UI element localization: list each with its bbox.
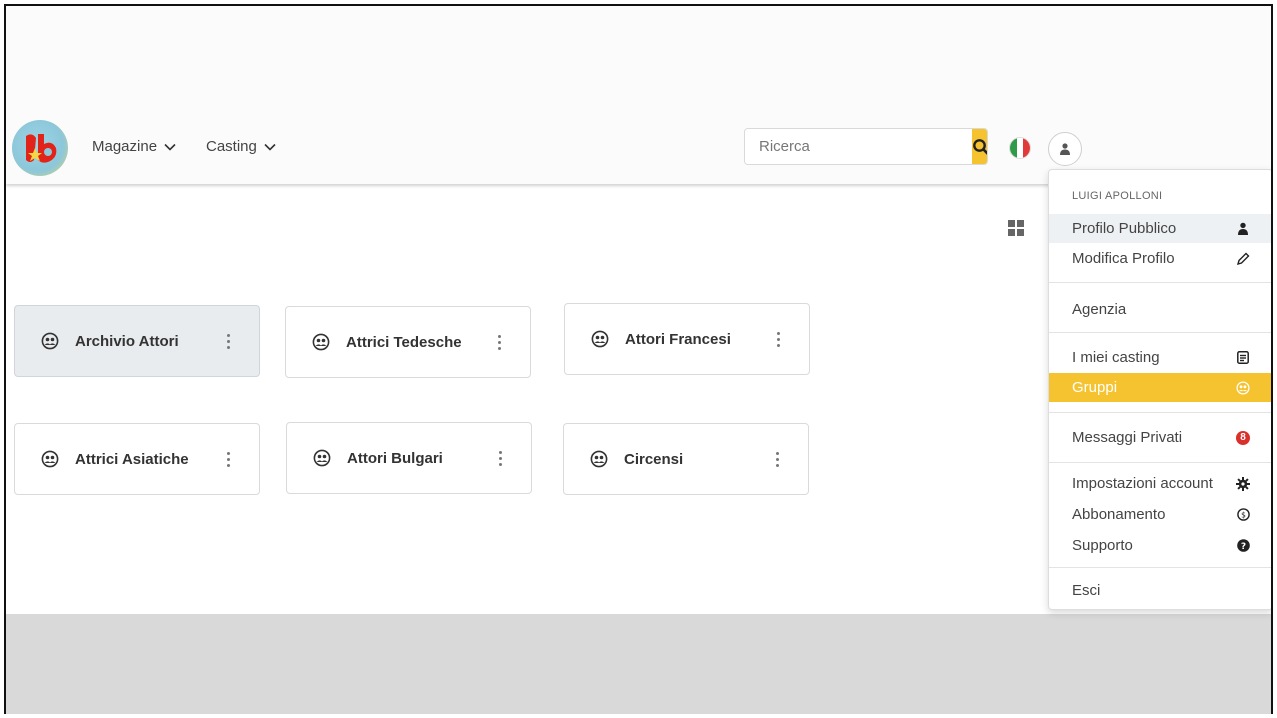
menu-item-label: Esci: [1072, 582, 1101, 599]
user-menu-button[interactable]: [1048, 132, 1082, 166]
grid-view-toggle[interactable]: [1008, 220, 1024, 236]
group-card-label: Archivio Attori: [75, 332, 179, 350]
group-card-label: Attori Bulgari: [347, 449, 443, 467]
nav-casting[interactable]: Casting: [206, 138, 277, 155]
nav-magazine[interactable]: Magazine: [92, 138, 177, 155]
menu-item-agenzia[interactable]: Agenzia: [1049, 295, 1271, 324]
search-button[interactable]: [972, 129, 987, 164]
svg-text:?: ?: [1240, 542, 1245, 552]
nav-casting-label: Casting: [206, 138, 257, 155]
groups-icon: [41, 450, 59, 468]
pencil-icon: [1236, 252, 1250, 266]
app-window: Magazine Casting Ricerca Archivio Attori…: [4, 4, 1273, 714]
menu-item-messaggi-privati[interactable]: Messaggi Privati 8: [1049, 423, 1271, 452]
chevron-down-icon: [164, 143, 176, 151]
logo-mark-icon: [26, 134, 57, 163]
search-icon: [973, 138, 987, 155]
question-icon: ?: [1236, 539, 1250, 553]
menu-item-i-miei-casting[interactable]: I miei casting: [1049, 343, 1271, 372]
language-flag-italy-icon[interactable]: [1009, 137, 1031, 159]
group-card[interactable]: Archivio Attori: [14, 305, 260, 377]
more-options-icon[interactable]: [497, 450, 503, 466]
user-icon: [1236, 222, 1250, 236]
more-options-icon[interactable]: [225, 333, 231, 349]
chevron-down-icon: [264, 143, 276, 151]
group-card-label: Attori Francesi: [625, 330, 731, 348]
menu-divider: [1049, 332, 1271, 333]
group-card-label: Attrici Tedesche: [346, 333, 462, 351]
menu-item-label: Supporto: [1072, 537, 1133, 554]
group-card[interactable]: Attori Bulgari: [286, 422, 532, 494]
menu-item-label: Messaggi Privati: [1072, 429, 1183, 446]
more-options-icon[interactable]: [774, 451, 780, 467]
search-input[interactable]: [745, 129, 972, 164]
menu-item-abbonamento[interactable]: Abbonamento $: [1049, 500, 1271, 529]
menu-user-name: LUIGI APOLLONI: [1072, 190, 1163, 202]
more-options-icon[interactable]: [775, 331, 781, 347]
menu-item-supporto[interactable]: Supporto ?: [1049, 531, 1271, 560]
menu-item-gruppi[interactable]: Gruppi: [1049, 373, 1271, 402]
menu-item-label: Agenzia: [1072, 301, 1127, 318]
groups-icon: [313, 449, 331, 467]
menu-divider: [1049, 412, 1271, 413]
group-card[interactable]: Circensi: [563, 423, 809, 495]
menu-item-label: I miei casting: [1072, 349, 1160, 366]
group-card-label: Circensi: [624, 450, 684, 468]
menu-item-label: Modifica Profilo: [1072, 250, 1175, 267]
group-card[interactable]: Attori Francesi: [564, 303, 810, 375]
groups-icon: [591, 330, 609, 348]
groups-icon: [590, 450, 608, 468]
nav-magazine-label: Magazine: [92, 138, 158, 155]
document-icon: [1236, 351, 1250, 365]
menu-item-label: Impostazioni account: [1072, 475, 1213, 492]
page-footer: [6, 614, 1271, 714]
user-dropdown-menu: LUIGI APOLLONI Profilo Pubblico Modifica…: [1048, 169, 1271, 610]
unread-count-badge: 8: [1236, 430, 1250, 445]
menu-item-esci[interactable]: Esci: [1049, 576, 1271, 605]
menu-item-label: Profilo Pubblico: [1072, 220, 1177, 237]
menu-item-impostazioni-account[interactable]: Impostazioni account: [1049, 469, 1271, 498]
user-icon: [1060, 143, 1070, 155]
groups-icon: [1236, 380, 1250, 395]
menu-divider: [1049, 462, 1271, 463]
more-options-icon[interactable]: [496, 334, 502, 350]
menu-item-profilo-pubblico[interactable]: Profilo Pubblico: [1049, 214, 1271, 243]
gear-icon: [1236, 476, 1250, 491]
menu-divider: [1049, 282, 1271, 283]
svg-text:$: $: [1241, 510, 1246, 519]
menu-item-modifica-profilo[interactable]: Modifica Profilo: [1049, 244, 1271, 273]
dollar-circle-icon: $: [1236, 508, 1250, 522]
groups-icon: [312, 333, 330, 351]
groups-icon: [41, 332, 59, 350]
group-card[interactable]: Attrici Asiatiche: [14, 423, 260, 495]
menu-divider: [1049, 567, 1271, 568]
group-card[interactable]: Attrici Tedesche: [285, 306, 531, 378]
menu-item-label: Gruppi: [1072, 379, 1118, 396]
menu-item-label: Abbonamento: [1072, 506, 1166, 523]
site-logo[interactable]: [12, 120, 68, 176]
group-card-label: Attrici Asiatiche: [75, 450, 189, 468]
search-box: [744, 128, 988, 165]
top-navbar: Magazine Casting: [6, 6, 1271, 184]
more-options-icon[interactable]: [225, 451, 231, 467]
